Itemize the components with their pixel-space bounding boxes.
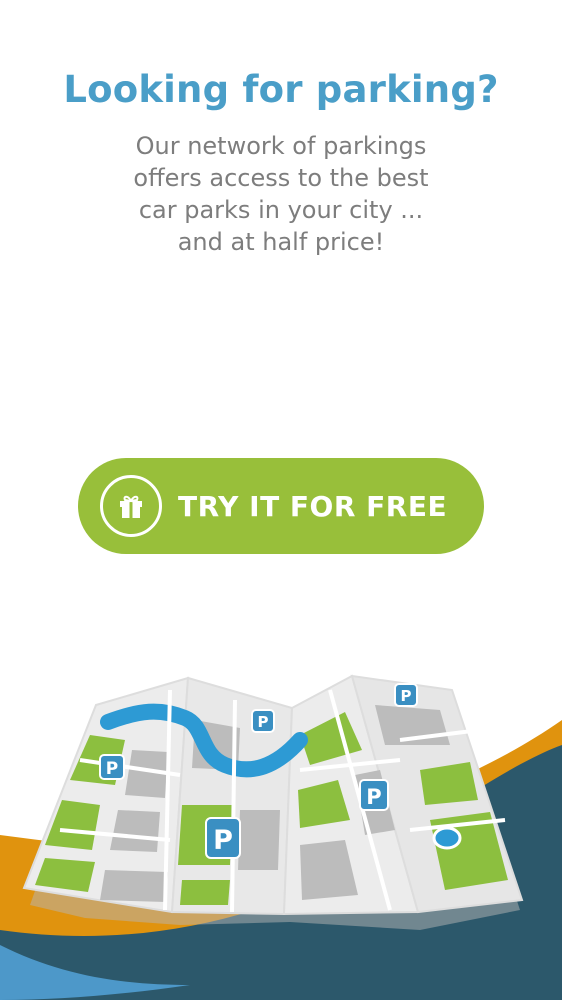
svg-text:P: P: [366, 785, 381, 809]
description-line: Our network of parkings: [135, 132, 427, 160]
description-line: car parks in your city ...: [138, 196, 424, 224]
try-free-button[interactable]: TRY IT FOR FREE: [78, 458, 484, 554]
description-line: offers access to the best: [133, 164, 429, 192]
svg-text:P: P: [258, 713, 269, 731]
description-line: and at half price!: [177, 228, 385, 256]
svg-text:P: P: [213, 825, 233, 856]
parking-marker-icon: P: [251, 709, 275, 733]
city-map-illustration: P P P P P: [0, 600, 562, 1000]
svg-text:P: P: [401, 687, 412, 705]
parking-marker-icon: P: [394, 683, 418, 707]
page-title: Looking for parking?: [63, 68, 499, 111]
parking-marker-icon: P: [205, 817, 241, 859]
page-description: Our network of parkings offers access to…: [60, 130, 502, 258]
parking-marker-icon: P: [359, 779, 389, 811]
gift-icon: [100, 475, 162, 537]
try-free-label: TRY IT FOR FREE: [178, 489, 448, 523]
svg-text:P: P: [106, 759, 118, 779]
parking-marker-icon: P: [99, 754, 125, 780]
